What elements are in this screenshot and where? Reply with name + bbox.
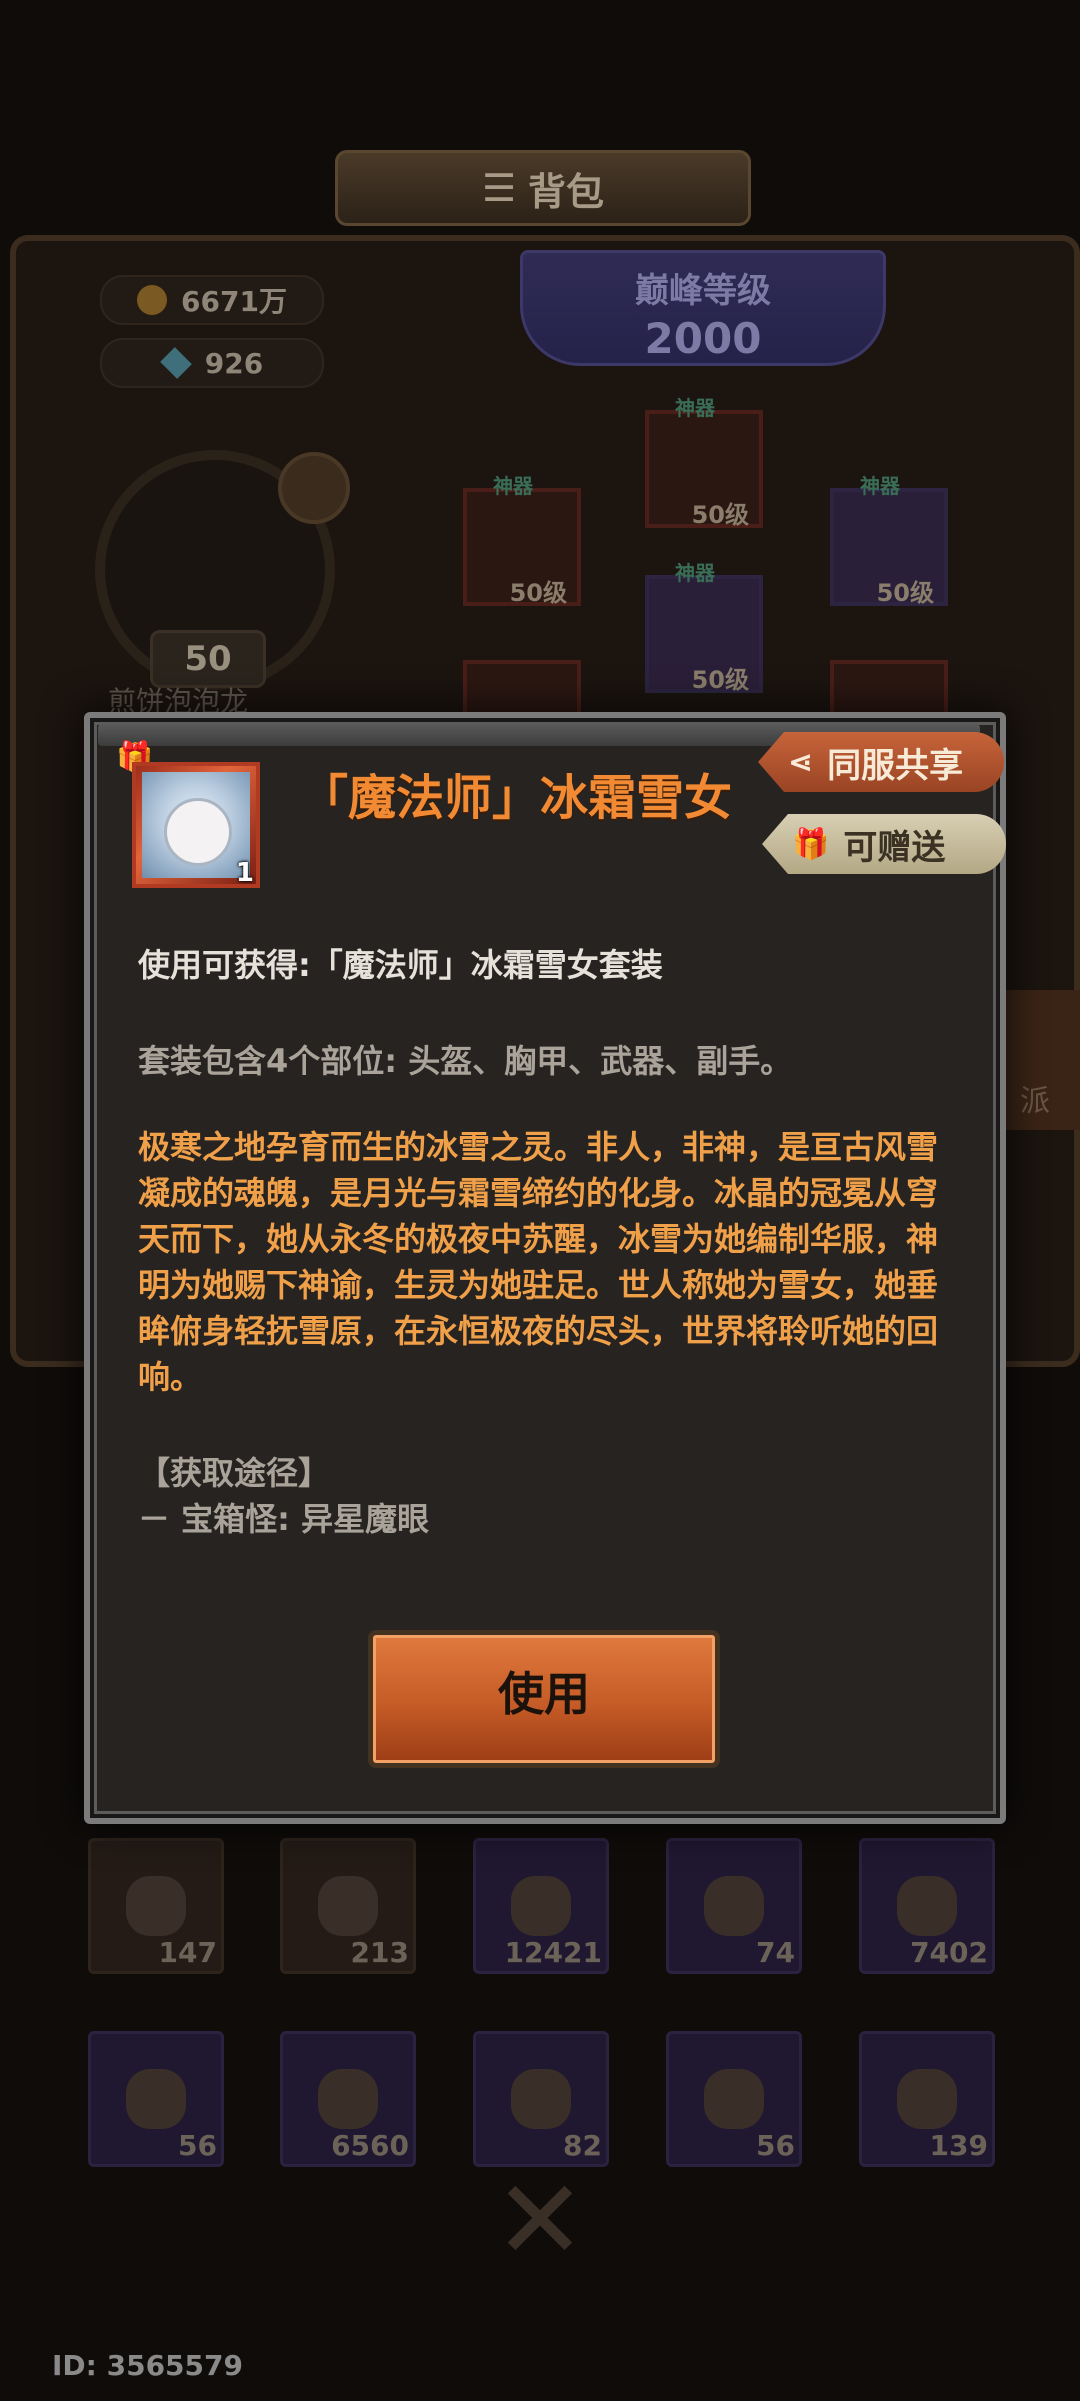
close-icon[interactable]: ✕ — [480, 2160, 600, 2280]
inventory-item[interactable]: 56 — [666, 2031, 802, 2167]
item-quantity: 1 — [235, 858, 254, 888]
use-result-text: 使用可获得:「魔法师」冰霜雪女套装 — [138, 946, 663, 984]
inventory-item[interactable]: 74 — [666, 1838, 802, 1974]
item-icon — [897, 1876, 957, 1936]
snow-maiden-portrait — [142, 772, 250, 878]
peak-level-title: 巅峰等级 — [635, 271, 771, 311]
inventory-item[interactable]: 213 — [280, 1838, 416, 1974]
item-icon — [511, 1876, 571, 1936]
backpack-icon: ☰ — [481, 166, 517, 210]
item-count: 139 — [929, 2129, 988, 2162]
inventory-item[interactable]: 12421 — [473, 1838, 609, 1974]
item-count: 7402 — [910, 1936, 988, 1969]
item-icon — [704, 2069, 764, 2129]
item-count: 213 — [350, 1936, 409, 1969]
user-id: ID: 3565579 — [52, 2349, 243, 2382]
artifact-tag: 神器 — [860, 474, 900, 498]
equip-level: 50级 — [691, 666, 749, 694]
backpack-title-bar: ☰ 背包 — [335, 150, 751, 226]
peak-level-banner: 巅峰等级 2000 — [520, 250, 886, 366]
item-count: 6560 — [331, 2129, 409, 2162]
peak-level-value: 2000 — [644, 314, 762, 363]
item-count: 147 — [158, 1936, 217, 1969]
share-button[interactable]: ⋖ 同服共享 — [758, 732, 1004, 792]
equip-slot-armor[interactable]: 神器 50级 — [645, 561, 763, 694]
item-image: 1 — [132, 762, 260, 888]
equip-slot-right[interactable]: 神器 50级 — [830, 474, 948, 607]
equip-slot-helmet[interactable]: 神器 50级 — [645, 396, 763, 529]
gem-icon — [159, 347, 192, 379]
artifact-tag: 神器 — [675, 396, 715, 420]
item-icon — [704, 1876, 764, 1936]
item-icon — [126, 1876, 186, 1936]
item-title: 「魔法师」冰霜雪女 — [300, 770, 733, 826]
source-item: － 宝箱怪: 异星魔眼 — [138, 1500, 430, 1538]
inventory-item[interactable]: 139 — [859, 2031, 995, 2167]
equip-slot-left[interactable]: 神器 50级 — [463, 474, 581, 607]
inventory-item[interactable]: 56 — [88, 2031, 224, 2167]
artifact-tag: 神器 — [675, 561, 715, 585]
gem-counter: 926 — [100, 338, 324, 388]
share-icon: ⋖ — [788, 744, 814, 780]
gift-button[interactable]: 🎁 可赠送 — [762, 814, 1006, 874]
swap-icon[interactable] — [278, 452, 350, 524]
gem-value: 926 — [204, 346, 264, 380]
item-icon — [511, 2069, 571, 2129]
equip-level: 50级 — [691, 501, 749, 529]
portrait-face — [164, 798, 232, 866]
item-icon — [126, 2069, 186, 2129]
inventory-item[interactable]: 7402 — [859, 1838, 995, 1974]
gold-coin-icon — [137, 285, 168, 315]
equip-level: 50级 — [509, 579, 567, 607]
source-header: 【获取途径】 — [138, 1454, 331, 1492]
inventory-item[interactable]: 6560 — [280, 2031, 416, 2167]
item-icon — [318, 2069, 378, 2129]
artifact-tag: 神器 — [493, 474, 533, 498]
item-count: 56 — [178, 2129, 217, 2162]
item-count: 74 — [756, 1936, 795, 1969]
backpack-title: 背包 — [528, 169, 605, 214]
item-count: 12421 — [504, 1936, 602, 1969]
inventory-item[interactable]: 147 — [88, 1838, 224, 1974]
use-button[interactable]: 使用 — [368, 1630, 720, 1768]
lore-text: 极寒之地孕育而生的冰雪之灵。非人，非神，是亘古风雪凝成的魂魄，是月光与霜雪缔约的… — [138, 1128, 939, 1396]
equip-level: 50级 — [876, 579, 934, 607]
side-tab-label: 派 — [1020, 1084, 1050, 1119]
item-icon — [897, 2069, 957, 2129]
set-parts-text: 套装包含4个部位: 头盔、胸甲、武器、副手。 — [138, 1042, 793, 1080]
gold-counter: 6671万 — [100, 275, 324, 325]
inventory-item[interactable]: 82 — [473, 2031, 609, 2167]
share-label: 同服共享 — [827, 745, 964, 786]
gift-label: 可赠送 — [843, 827, 946, 868]
gold-value: 6671万 — [181, 285, 287, 318]
gift-box-icon: 🎁 — [792, 826, 830, 862]
item-count: 56 — [756, 2129, 795, 2162]
item-icon — [318, 1876, 378, 1936]
